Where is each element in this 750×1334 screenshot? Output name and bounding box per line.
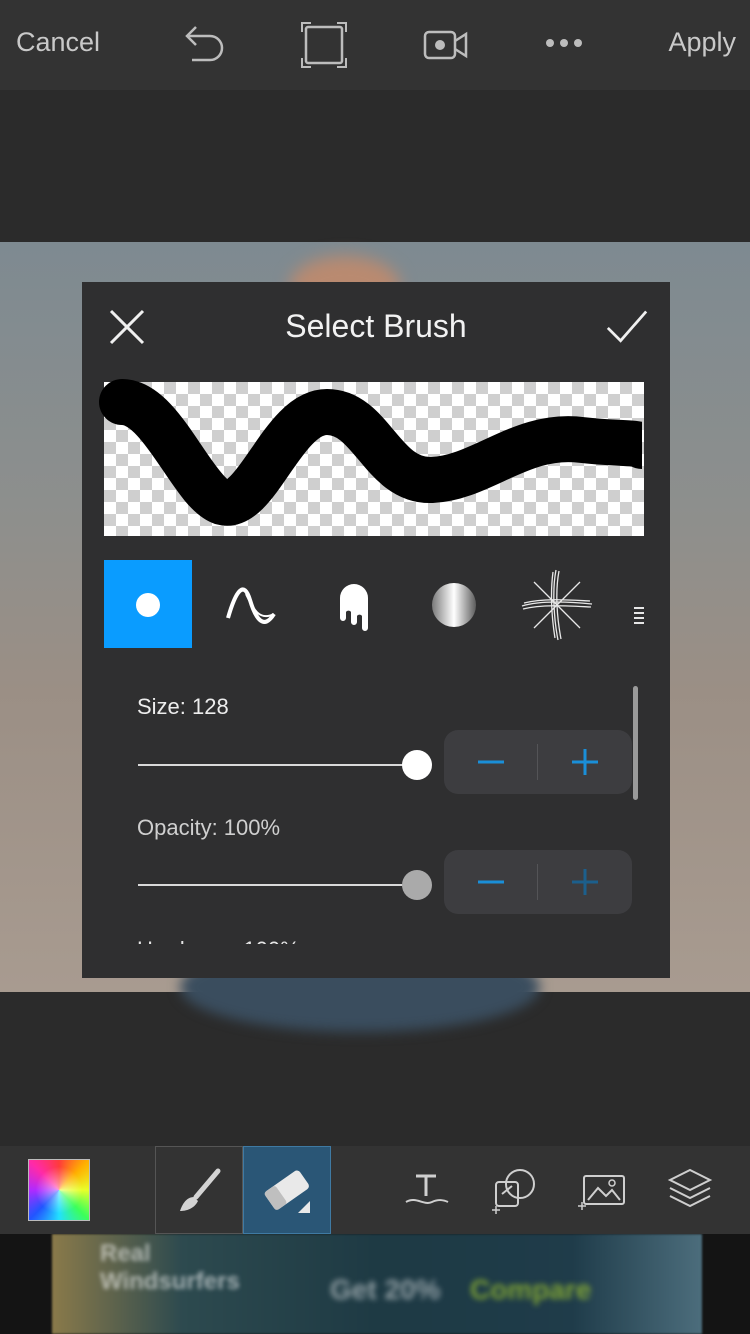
select-brush-dialog: Select Brush Size: 128 Opacity: 100% (82, 282, 670, 978)
brush-picker (104, 560, 644, 648)
brush-hatch[interactable] (614, 560, 644, 648)
ad-text-c: Get 20% (330, 1274, 441, 1305)
brush-preview (99, 379, 644, 536)
drip-icon (340, 584, 368, 631)
brush-stroke-preview (99, 379, 642, 526)
size-slider-track[interactable] (138, 764, 414, 766)
round-dot-icon (136, 593, 160, 617)
opacity-slider-track[interactable] (138, 884, 414, 886)
eraser-tool-button[interactable] (243, 1146, 331, 1234)
hatch-icon (634, 607, 644, 624)
ad-text-a: Real (100, 1240, 151, 1267)
more-icon[interactable] (540, 20, 590, 70)
opacity-decrease-button[interactable] (444, 850, 538, 914)
checkmark-icon[interactable] (606, 306, 648, 348)
opacity-increase-button[interactable] (538, 850, 632, 914)
apply-button[interactable]: Apply (668, 27, 736, 58)
eraser-icon (264, 1170, 310, 1213)
color-wheel-highlight (29, 1160, 89, 1220)
crop-frame-icon[interactable] (299, 20, 349, 70)
brush-drip[interactable] (308, 560, 396, 648)
add-shape-icon[interactable] (488, 1146, 544, 1234)
video-record-icon[interactable] (420, 20, 470, 70)
opacity-label: Opacity: 100% (137, 815, 281, 840)
brush-shaded-circle[interactable] (410, 560, 498, 648)
color-picker-swatch[interactable] (28, 1159, 90, 1221)
layers-icon[interactable] (662, 1146, 718, 1234)
size-slider-knob[interactable] (402, 750, 432, 780)
size-stepper (444, 730, 632, 794)
brush-cross-sketch[interactable] (512, 560, 600, 648)
size-label: Size: 128 (137, 694, 229, 719)
add-photo-icon[interactable] (576, 1146, 632, 1234)
brush-calligraphy[interactable] (206, 560, 294, 648)
shaded-circle-icon (432, 583, 476, 627)
undo-icon[interactable] (178, 20, 228, 70)
ad-banner[interactable]: Real Windsurfers Get 20% Compare (0, 1234, 750, 1334)
cross-sketch-icon (521, 569, 593, 641)
top-toolbar: Cancel Apply (0, 0, 750, 90)
ad-text-d: Compare (470, 1274, 592, 1305)
hardness-label-partial: Hardness: 100% (137, 932, 300, 944)
paintbrush-icon (180, 1168, 221, 1211)
brush-round-dot[interactable] (104, 560, 192, 648)
text-tool-icon[interactable] (398, 1146, 454, 1234)
calligraphy-wave-icon (226, 587, 276, 624)
opacity-slider-knob[interactable] (402, 870, 432, 900)
size-decrease-button[interactable] (444, 730, 538, 794)
opacity-stepper (444, 850, 632, 914)
cancel-button[interactable]: Cancel (16, 27, 100, 58)
dialog-title: Select Brush (285, 308, 467, 344)
size-increase-button[interactable] (538, 730, 632, 794)
bottom-toolbar (0, 1146, 750, 1234)
ad-text-b: Windsurfers (100, 1268, 240, 1295)
settings-scrollbar[interactable] (633, 686, 638, 800)
brush-tool-button[interactable] (155, 1146, 243, 1234)
